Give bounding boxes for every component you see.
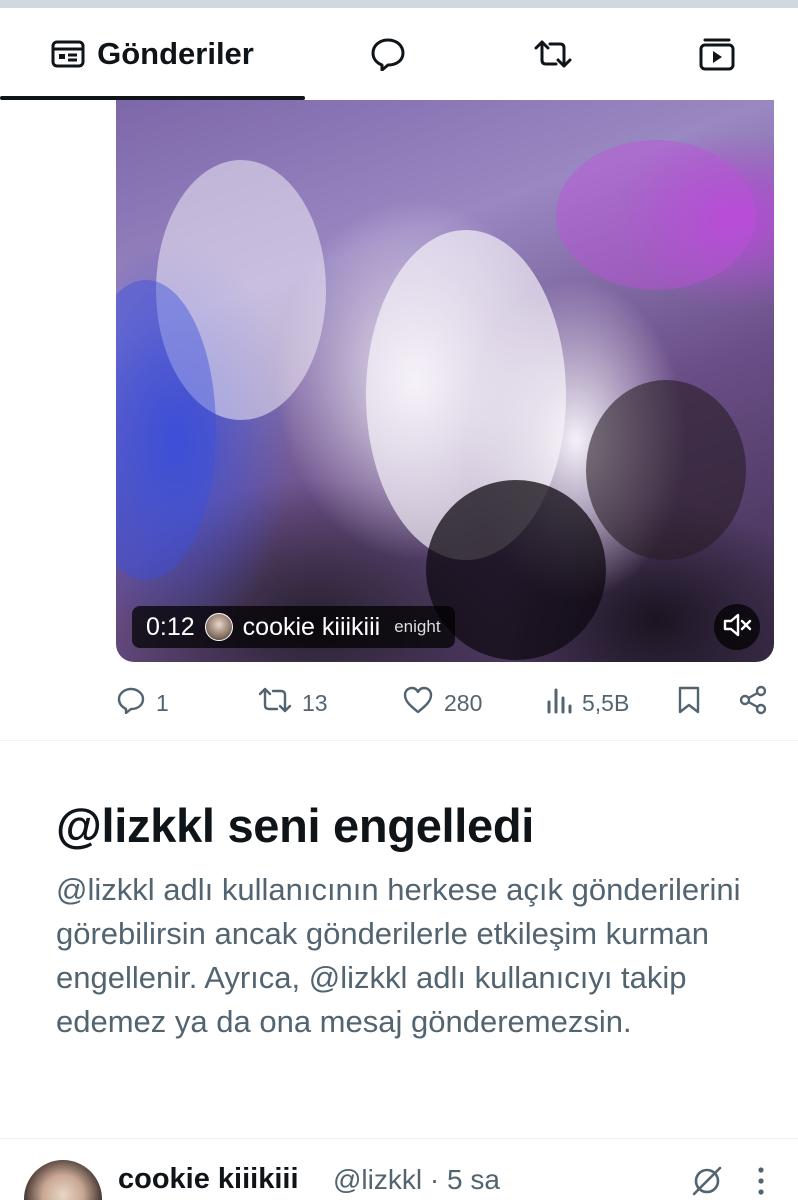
repost-count: 13 (302, 689, 328, 716)
bookmark-button[interactable] (676, 678, 702, 728)
tab-posts-label: Gönderiler (97, 36, 254, 71)
blocked-description: @lizkkl adlı kullanıcının herkese açık g… (56, 872, 741, 1039)
tab-replies[interactable] (305, 8, 470, 100)
divider (0, 1138, 798, 1139)
grok-icon (690, 1166, 724, 1200)
media-icon (699, 37, 735, 71)
video-frame-shape (556, 140, 756, 290)
tab-media[interactable] (635, 8, 798, 100)
blocked-title: @lizkkl seni engelledi (56, 799, 535, 852)
grok-button[interactable] (690, 1164, 724, 1198)
post-author-name[interactable]: cookie kiiikiii (118, 1163, 299, 1196)
tab-reposts[interactable] (470, 8, 635, 100)
heart-icon (402, 686, 434, 720)
profile-tab-bar: Gönderiler (0, 8, 798, 100)
repost-icon (258, 686, 292, 720)
tab-posts[interactable]: Gönderiler (0, 8, 305, 100)
avatar[interactable] (24, 1160, 102, 1200)
video-author-name: cookie kiiikiii (242, 612, 381, 641)
tweet-video[interactable]: 0:12 cookie kiiikiii enight (116, 100, 774, 662)
like-button[interactable]: 280 (402, 678, 482, 728)
speaker-muted-icon (722, 612, 752, 643)
video-author-avatar (204, 613, 233, 641)
divider (0, 740, 798, 741)
views-count: 5,5B (582, 689, 630, 716)
video-watermark: enight (394, 617, 441, 636)
reply-count: 1 (156, 689, 169, 716)
like-count: 280 (444, 689, 483, 716)
video-timestamp: 0:12 (146, 612, 195, 641)
video-timer-badge: 0:12 cookie kiiikiii enight (132, 606, 455, 648)
bookmark-icon (676, 685, 702, 721)
tweet-actions: 1 13 280 5,5B (116, 678, 780, 728)
reply-button[interactable]: 1 (116, 678, 169, 728)
top-strip (0, 0, 798, 8)
more-vertical-icon (746, 1167, 776, 1200)
share-button[interactable] (738, 678, 768, 728)
analytics-icon (546, 686, 572, 720)
mute-button[interactable] (714, 604, 760, 650)
reposts-icon (534, 38, 572, 70)
video-frame-shape (586, 380, 746, 560)
posts-icon (51, 39, 85, 69)
views-button[interactable]: 5,5B (546, 678, 629, 728)
repost-button[interactable]: 13 (258, 678, 328, 728)
more-options-button[interactable] (746, 1164, 776, 1198)
post-handle-time: @lizkkl · 5 sa (333, 1164, 500, 1195)
reply-icon (116, 686, 146, 720)
share-icon (738, 685, 768, 721)
replies-icon (370, 37, 406, 71)
